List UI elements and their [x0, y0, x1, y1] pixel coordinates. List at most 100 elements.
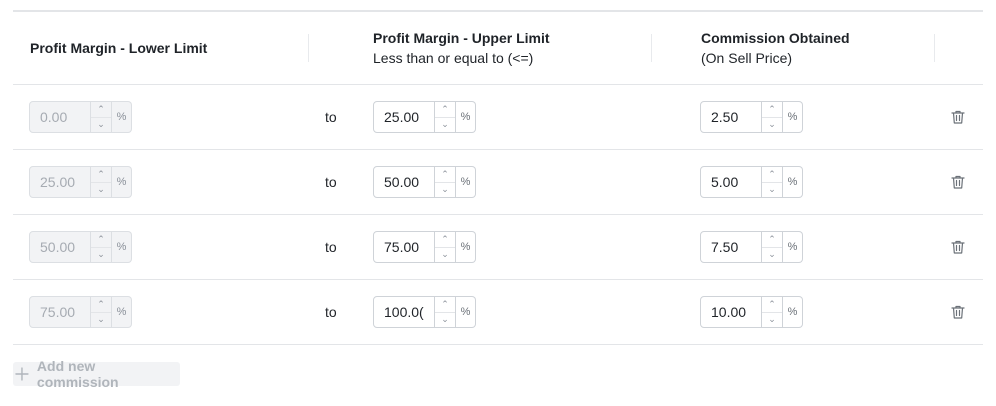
- chevron-up-icon: ⌃: [97, 233, 105, 244]
- upper-limit-value[interactable]: 100.0(: [373, 296, 435, 328]
- chevron-down-icon[interactable]: ⌄: [435, 311, 455, 328]
- upper-limit-value[interactable]: 25.00: [373, 101, 435, 133]
- trash-icon[interactable]: [950, 174, 966, 190]
- percent-unit: %: [456, 296, 476, 328]
- chevron-up-icon[interactable]: ⌃: [435, 297, 455, 312]
- commission-value[interactable]: 2.50: [700, 101, 762, 133]
- add-commission-label: Add new commission: [36, 358, 119, 390]
- commission-input[interactable]: 10.00 ⌃ ⌄ %: [700, 296, 803, 328]
- chevron-up-icon: ⌃: [97, 298, 105, 309]
- chevron-down-icon[interactable]: ⌄: [762, 116, 782, 133]
- table-row: 75.00 ⌃ ⌄ % to 100.0( ⌃ ⌄ % 10.00 ⌃ ⌄ %: [13, 280, 983, 345]
- header-commission: Commission Obtained (On Sell Price): [701, 12, 850, 84]
- commission-table: Profit Margin - Lower Limit Profit Margi…: [0, 0, 996, 406]
- commission-stepper[interactable]: ⌃ ⌄: [762, 296, 783, 328]
- lower-limit-value: 0.00: [29, 101, 91, 133]
- lower-limit-value: 75.00: [29, 296, 91, 328]
- table-row: 25.00 ⌃ ⌄ % to 50.00 ⌃ ⌄ % 5.00 ⌃ ⌄ %: [13, 150, 983, 215]
- header-upper-limit-sub: Less than or equal to (<=): [373, 50, 534, 66]
- header-divider: [934, 34, 935, 62]
- upper-limit-stepper[interactable]: ⌃ ⌄: [435, 296, 456, 328]
- commission-input[interactable]: 5.00 ⌃ ⌄ %: [700, 166, 803, 198]
- commission-value[interactable]: 5.00: [700, 166, 762, 198]
- percent-unit: %: [456, 231, 476, 263]
- lower-limit-stepper: ⌃ ⌄: [91, 231, 112, 263]
- lower-limit-stepper: ⌃ ⌄: [91, 166, 112, 198]
- percent-unit: %: [456, 166, 476, 198]
- percent-unit: %: [112, 231, 132, 263]
- chevron-down-icon[interactable]: ⌄: [762, 246, 782, 263]
- upper-limit-input[interactable]: 50.00 ⌃ ⌄ %: [373, 166, 476, 198]
- upper-limit-value[interactable]: 50.00: [373, 166, 435, 198]
- percent-unit: %: [783, 296, 803, 328]
- to-label: to: [325, 174, 337, 190]
- upper-limit-stepper[interactable]: ⌃ ⌄: [435, 101, 456, 133]
- commission-value[interactable]: 10.00: [700, 296, 762, 328]
- upper-limit-input[interactable]: 75.00 ⌃ ⌄ %: [373, 231, 476, 263]
- header-commission-label: Commission Obtained: [701, 30, 850, 46]
- trash-icon[interactable]: [950, 239, 966, 255]
- trash-icon[interactable]: [950, 109, 966, 125]
- chevron-up-icon[interactable]: ⌃: [762, 232, 782, 247]
- lower-limit-input: 0.00 ⌃ ⌄ %: [29, 101, 132, 133]
- lower-limit-value: 50.00: [29, 231, 91, 263]
- chevron-up-icon[interactable]: ⌃: [435, 102, 455, 117]
- upper-limit-value[interactable]: 75.00: [373, 231, 435, 263]
- lower-limit-value: 25.00: [29, 166, 91, 198]
- chevron-up-icon[interactable]: ⌃: [762, 167, 782, 182]
- chevron-up-icon: ⌃: [97, 103, 105, 114]
- commission-input[interactable]: 7.50 ⌃ ⌄ %: [700, 231, 803, 263]
- percent-unit: %: [112, 166, 132, 198]
- chevron-up-icon[interactable]: ⌃: [435, 167, 455, 182]
- add-commission-button[interactable]: Add new commission: [13, 358, 180, 390]
- chevron-down-icon: ⌄: [91, 116, 111, 133]
- lower-limit-input: 25.00 ⌃ ⌄ %: [29, 166, 132, 198]
- chevron-up-icon[interactable]: ⌃: [435, 232, 455, 247]
- table-row: 50.00 ⌃ ⌄ % to 75.00 ⌃ ⌄ % 7.50 ⌃ ⌄ %: [13, 215, 983, 280]
- to-label: to: [325, 109, 337, 125]
- upper-limit-input[interactable]: 25.00 ⌃ ⌄ %: [373, 101, 476, 133]
- commission-value[interactable]: 7.50: [700, 231, 762, 263]
- percent-unit: %: [783, 101, 803, 133]
- lower-limit-stepper: ⌃ ⌄: [91, 296, 112, 328]
- lower-limit-input: 50.00 ⌃ ⌄ %: [29, 231, 132, 263]
- percent-unit: %: [783, 166, 803, 198]
- chevron-down-icon: ⌄: [91, 311, 111, 328]
- percent-unit: %: [112, 101, 132, 133]
- chevron-down-icon[interactable]: ⌄: [435, 116, 455, 133]
- upper-limit-input[interactable]: 100.0( ⌃ ⌄ %: [373, 296, 476, 328]
- lower-limit-stepper: ⌃ ⌄: [91, 101, 112, 133]
- chevron-down-icon[interactable]: ⌄: [435, 181, 455, 198]
- chevron-down-icon: ⌄: [91, 246, 111, 263]
- plus-icon: [15, 367, 29, 381]
- chevron-up-icon: ⌃: [97, 168, 105, 179]
- table-row: 0.00 ⌃ ⌄ % to 25.00 ⌃ ⌄ % 2.50 ⌃ ⌄ %: [13, 85, 983, 150]
- header-lower-limit-label: Profit Margin - Lower Limit: [30, 40, 208, 56]
- header-divider: [651, 34, 652, 62]
- header-divider: [308, 34, 309, 62]
- upper-limit-stepper[interactable]: ⌃ ⌄: [435, 166, 456, 198]
- lower-limit-input: 75.00 ⌃ ⌄ %: [29, 296, 132, 328]
- upper-limit-stepper[interactable]: ⌃ ⌄: [435, 231, 456, 263]
- to-label: to: [325, 239, 337, 255]
- commission-stepper[interactable]: ⌃ ⌄: [762, 166, 783, 198]
- chevron-up-icon[interactable]: ⌃: [762, 102, 782, 117]
- commission-stepper[interactable]: ⌃ ⌄: [762, 231, 783, 263]
- percent-unit: %: [783, 231, 803, 263]
- chevron-down-icon: ⌄: [91, 181, 111, 198]
- chevron-down-icon[interactable]: ⌄: [762, 311, 782, 328]
- commission-stepper[interactable]: ⌃ ⌄: [762, 101, 783, 133]
- table-header: Profit Margin - Lower Limit Profit Margi…: [13, 12, 983, 85]
- chevron-up-icon[interactable]: ⌃: [762, 297, 782, 312]
- header-lower-limit: Profit Margin - Lower Limit: [30, 12, 207, 84]
- chevron-down-icon[interactable]: ⌄: [762, 181, 782, 198]
- header-upper-limit-label: Profit Margin - Upper Limit: [373, 30, 550, 46]
- header-commission-sub: (On Sell Price): [701, 50, 793, 66]
- percent-unit: %: [112, 296, 132, 328]
- trash-icon[interactable]: [950, 304, 966, 320]
- commission-input[interactable]: 2.50 ⌃ ⌄ %: [700, 101, 803, 133]
- header-upper-limit: Profit Margin - Upper Limit Less than or…: [373, 12, 550, 84]
- to-label: to: [325, 304, 337, 320]
- chevron-down-icon[interactable]: ⌄: [435, 246, 455, 263]
- percent-unit: %: [456, 101, 476, 133]
